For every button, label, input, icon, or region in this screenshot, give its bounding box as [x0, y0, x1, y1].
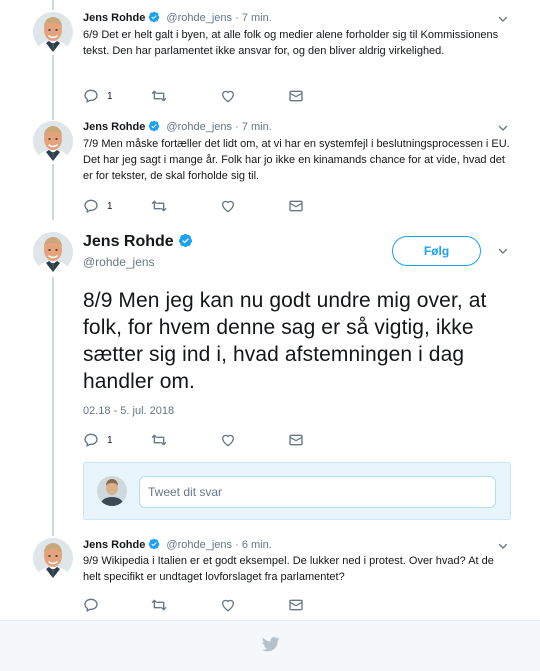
retweet-button[interactable]: [151, 198, 167, 214]
reply-icon: [83, 432, 99, 448]
author-name[interactable]: Jens Rohde: [83, 539, 145, 551]
verified-badge-icon: [178, 233, 193, 248]
reply-button[interactable]: [83, 597, 99, 613]
like-button[interactable]: [220, 198, 236, 214]
avatar[interactable]: [33, 12, 73, 52]
envelope-icon: [288, 432, 304, 448]
thread-line: [52, 277, 54, 536]
reply-count: 1: [107, 434, 113, 446]
focused-author-name[interactable]: Jens Rohde: [83, 232, 193, 252]
envelope-icon: [288, 88, 304, 104]
current-user-avatar: [97, 476, 127, 506]
tweet-actions: [83, 597, 323, 613]
tweet-header: Jens Rohde @rohde_jens · 7 min.: [83, 120, 272, 134]
reply-count: 1: [107, 200, 113, 212]
like-button[interactable]: [220, 88, 236, 104]
tweet-time[interactable]: 7 min.: [242, 12, 272, 24]
chevron-down-icon[interactable]: [497, 540, 509, 552]
heart-icon: [220, 198, 236, 214]
verified-badge-icon: [148, 11, 160, 23]
chevron-down-icon[interactable]: [497, 13, 509, 25]
focused-tweet-actions: 1: [83, 432, 323, 448]
author-name[interactable]: Jens Rohde: [83, 121, 145, 133]
retweet-icon: [151, 198, 167, 214]
tweet-text: 7/9 Men måske fortæller det lidt om, at …: [83, 138, 510, 182]
author-handle[interactable]: @rohde_jens: [166, 539, 232, 551]
separator: ·: [235, 12, 239, 24]
tweet[interactable]: Jens Rohde @rohde_jens · 7 min. 6/9 Det …: [0, 0, 540, 110]
tweet-actions: 1: [83, 198, 323, 214]
direct-message-button[interactable]: [288, 432, 304, 448]
tweet-text: 6/9 Det er helt galt i byen, at alle fol…: [83, 29, 499, 57]
separator: ·: [235, 539, 239, 551]
direct-message-button[interactable]: [288, 597, 304, 613]
author-handle[interactable]: @rohde_jens: [166, 121, 232, 133]
tweet-actions: 1: [83, 88, 323, 104]
author-name[interactable]: Jens Rohde: [83, 233, 174, 250]
heart-icon: [220, 88, 236, 104]
retweet-button[interactable]: [151, 597, 167, 613]
like-button[interactable]: [220, 432, 236, 448]
tweet-time[interactable]: 7 min.: [242, 121, 272, 133]
tweet-text: 9/9 Wikipedia i Italien er et godt eksem…: [83, 555, 494, 583]
reply-icon: [83, 597, 99, 613]
separator: ·: [235, 121, 239, 133]
reply-icon: [83, 88, 99, 104]
tweet-time[interactable]: 6 min.: [242, 539, 272, 551]
focused-author-handle[interactable]: @rohde_jens: [83, 254, 155, 270]
envelope-icon: [288, 597, 304, 613]
retweet-icon: [151, 597, 167, 613]
focused-tweet-timestamp[interactable]: 02.18 - 5. jul. 2018: [83, 404, 174, 418]
tweet[interactable]: Jens Rohde @rohde_jens · 6 min. 9/9 Wiki…: [0, 528, 540, 620]
tweet[interactable]: Jens Rohde @rohde_jens · 7 min. 7/9 Men …: [0, 110, 540, 220]
reply-composer: Tweet dit svar: [83, 462, 511, 520]
avatar[interactable]: [33, 232, 73, 272]
reply-button[interactable]: 1: [83, 432, 113, 448]
reply-icon: [83, 198, 99, 214]
avatar[interactable]: [33, 538, 73, 578]
follow-button[interactable]: Følg: [392, 236, 481, 266]
retweet-icon: [151, 432, 167, 448]
verified-badge-icon: [148, 120, 160, 132]
chevron-down-icon[interactable]: [497, 245, 509, 257]
tweet-header: Jens Rohde @rohde_jens · 6 min.: [83, 538, 272, 552]
envelope-icon: [288, 198, 304, 214]
direct-message-button[interactable]: [288, 88, 304, 104]
like-button[interactable]: [220, 597, 236, 613]
author-handle[interactable]: @rohde_jens: [166, 12, 232, 24]
page-footer: [0, 620, 540, 671]
heart-icon: [220, 597, 236, 613]
focused-tweet-text: 8/9 Men jeg kan nu godt undre mig over, …: [83, 289, 487, 393]
retweet-icon: [151, 88, 167, 104]
direct-message-button[interactable]: [288, 198, 304, 214]
reply-button[interactable]: 1: [83, 198, 113, 214]
tweet-header: Jens Rohde @rohde_jens · 7 min.: [83, 11, 272, 25]
reply-button[interactable]: 1: [83, 88, 113, 104]
avatar[interactable]: [33, 121, 73, 161]
verified-badge-icon: [148, 538, 160, 550]
reply-input[interactable]: Tweet dit svar: [139, 476, 496, 508]
reply-count: 1: [107, 90, 113, 102]
retweet-button[interactable]: [151, 88, 167, 104]
heart-icon: [220, 432, 236, 448]
twitter-bird-icon: [262, 637, 280, 652]
chevron-down-icon[interactable]: [497, 122, 509, 134]
retweet-button[interactable]: [151, 432, 167, 448]
author-name[interactable]: Jens Rohde: [83, 12, 145, 24]
